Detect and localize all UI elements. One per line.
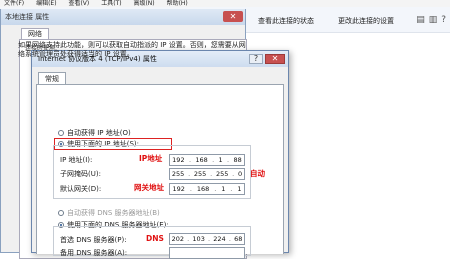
ip-address-field[interactable]: 192. 168. 1. 88 <box>169 154 245 166</box>
pane-icon[interactable]: ▥ <box>429 15 438 25</box>
auto-dns-option[interactable]: 自动获得 DNS 服务器地址(B) <box>58 208 160 218</box>
menu-advanced[interactable]: 高级(N) <box>133 0 154 7</box>
dns-octet-1: 202 <box>171 235 184 243</box>
mask-octet-4: 0 <box>237 170 243 178</box>
preferred-dns-label: 首选 DNS 服务器(P): <box>60 236 127 244</box>
gw-dot: . <box>214 185 217 193</box>
view-options: ▤ ▥? <box>412 15 446 25</box>
subnet-mask-field[interactable]: 255. 255. 255. 0 <box>169 168 245 180</box>
ip-dot: . <box>227 156 230 164</box>
ip-octet-1: 192 <box>172 156 185 164</box>
annotation-gateway: 网关地址 <box>134 183 164 192</box>
help-icon[interactable]: ? <box>441 15 446 25</box>
gw-octet-3: 1 <box>221 185 226 193</box>
tab-network[interactable]: 网络 <box>21 28 49 39</box>
bg-dialog-title: 本地连接 属性 <box>1 9 245 25</box>
ip-address-label: IP 地址(I): <box>60 156 93 164</box>
gw-octet-1: 192 <box>172 185 185 193</box>
window-controls: ? ✕ <box>249 54 285 64</box>
bg-close-button[interactable]: ✕ <box>223 11 243 22</box>
menu-file[interactable]: 文件(F) <box>4 0 24 7</box>
menu-tools[interactable]: 工具(T) <box>101 0 121 7</box>
default-gateway-field[interactable]: 192. 168. 1. 1 <box>169 183 245 195</box>
ip-octet-4: 88 <box>233 156 242 164</box>
view-menu-icon[interactable]: ▤ <box>416 15 425 25</box>
menu-bar: 文件(F) 编辑(E) 查看(V) 工具(T) 高级(N) 帮助(H) <box>0 0 450 7</box>
alternate-dns-label: 备用 DNS 服务器(A): <box>60 249 128 257</box>
mask-octet-1: 255 <box>171 170 185 178</box>
change-settings-button[interactable]: 更改此连接的设置 <box>338 17 394 26</box>
alternate-dns-field[interactable] <box>169 247 245 259</box>
auto-ip-label: 自动获得 IP 地址(O) <box>67 129 131 137</box>
dns-octet-4: 68 <box>234 235 243 243</box>
preferred-dns-field[interactable]: 202. 103. 224. 68 <box>169 233 245 245</box>
menu-help[interactable]: 帮助(H) <box>167 0 188 7</box>
ip-octet-3: 1 <box>218 156 223 164</box>
menu-view[interactable]: 查看(V) <box>68 0 89 7</box>
dns-octet-2: 103 <box>192 235 205 243</box>
auto-ip-radio[interactable] <box>58 130 64 136</box>
subnet-mask-label: 子网掩码(U): <box>60 170 101 178</box>
default-gateway-label: 默认网关(D): <box>60 185 102 193</box>
description-text: 如果网络支持此功能，则可以获取自动指派的 IP 设置。否则，您需要从网络系统管理… <box>18 41 246 58</box>
ip-dot: . <box>188 156 192 164</box>
annotation-auto: 自动 <box>250 169 265 178</box>
annotation-dns: DNS <box>146 234 164 243</box>
mask-octet-2: 255 <box>193 170 207 178</box>
auto-ip-option[interactable]: 自动获得 IP 地址(O) <box>58 128 131 138</box>
mask-dot: . <box>210 170 213 178</box>
dns-octet-3: 224 <box>213 235 226 243</box>
gw-octet-4: 1 <box>237 185 242 193</box>
ip-dot: . <box>212 156 215 164</box>
dns-dot: . <box>228 235 231 243</box>
dns-dot: . <box>208 235 211 243</box>
annotation-ip: IP地址 <box>139 154 163 163</box>
mask-octet-3: 255 <box>215 170 229 178</box>
gw-dot: . <box>189 185 192 193</box>
dns-dot: . <box>187 235 190 243</box>
gw-octet-2: 168 <box>196 185 210 193</box>
auto-dns-label: 自动获得 DNS 服务器地址(B) <box>67 209 160 217</box>
mask-dot: . <box>232 170 235 178</box>
help-button[interactable]: ? <box>249 54 263 64</box>
auto-dns-radio[interactable] <box>58 210 64 216</box>
view-status-button[interactable]: 查看此连接的状态 <box>258 17 314 26</box>
tab-general[interactable]: 常规 <box>38 72 66 84</box>
mask-dot: . <box>188 170 191 178</box>
menu-edit[interactable]: 编辑(E) <box>36 0 56 7</box>
ip-octet-2: 168 <box>195 156 208 164</box>
close-button[interactable]: ✕ <box>265 54 285 64</box>
gw-dot: . <box>230 185 233 193</box>
